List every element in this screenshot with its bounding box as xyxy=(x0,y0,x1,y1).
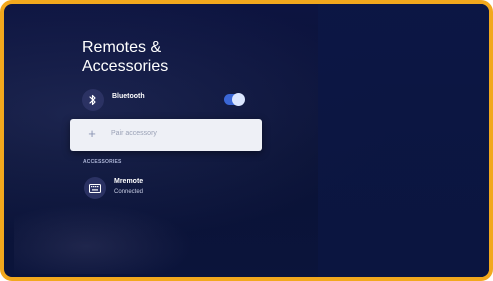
bluetooth-label: Bluetooth xyxy=(112,93,145,100)
keyboard-icon xyxy=(84,177,106,199)
accessories-section-label: ACCESSORIES xyxy=(83,159,122,165)
pair-accessory-button[interactable]: + Pair accessory xyxy=(70,119,262,151)
background-glow xyxy=(14,204,194,274)
plus-icon: + xyxy=(88,126,96,141)
bluetooth-row[interactable]: Bluetooth xyxy=(82,89,252,111)
accessory-status: Connected xyxy=(114,189,144,195)
tv-settings-screen: Remotes & Accessories Bluetooth + Pair a… xyxy=(0,0,493,281)
bluetooth-toggle[interactable] xyxy=(224,93,245,106)
pair-accessory-label: Pair accessory xyxy=(111,130,157,137)
toggle-knob xyxy=(232,93,245,106)
accessory-name: Mremote xyxy=(114,178,144,185)
page-title: Remotes & Accessories xyxy=(82,39,169,75)
right-panel xyxy=(318,4,489,277)
bluetooth-icon xyxy=(82,89,104,111)
accessory-item[interactable]: Mremote Connected xyxy=(82,175,252,201)
